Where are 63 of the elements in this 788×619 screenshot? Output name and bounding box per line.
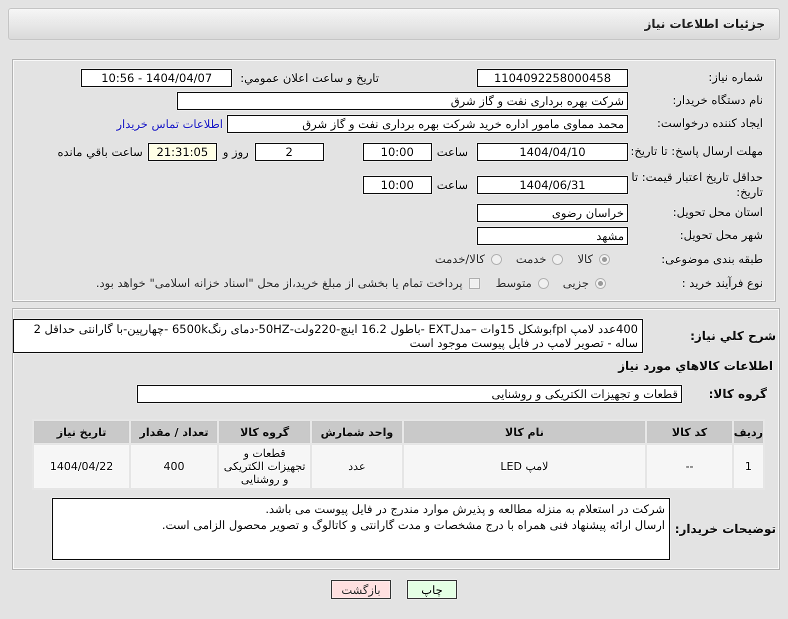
field-label: توضیحات خریدار: [674,522,776,536]
column-header: گروه کالا [218,420,312,444]
checkbox[interactable] [468,278,480,288]
field-label: شهر محل تحویل: [678,228,763,243]
field-label: ساعت [436,178,468,192]
column-header: نام کالا [402,420,646,444]
option-label: متوسط [496,276,532,290]
description-field: 400عدد لامپ fplبوشکل 15وات –مدلEXT -باطول 16.2 اینچ-220ولت-50HZ-دمای رنگ6500k -چهارپین-با گارانتی حداقل 2 ساله - تصویر لامپ در فایل پیوست موجود است [13,319,643,353]
option-label: کالا/خدمت [434,252,485,266]
radio-button[interactable] [552,254,564,264]
column-header: ردیف [732,420,764,444]
date-field: 1404/06/31 [477,176,628,194]
table-cell: قطعات و تجهیزات الکتریکی و روشنایی [218,444,312,489]
field-label: نوع فرآیند خرید : [680,276,763,290]
column-header: واحد شمارش [311,420,403,444]
field-label: استان محل تحویل: [672,205,763,220]
date-field: 1404/04/10 [477,142,628,160]
need-number-field: 1104092258000458 [477,68,628,86]
print-button[interactable]: چاپ [407,580,457,599]
payment-note: پرداخت تمام یا بخشی از مبلغ خرید،از محل "اسناد خزانه اسلامی" خواهد بود. [96,276,463,290]
table-cell: 400 [130,444,218,489]
radio-button[interactable] [599,254,610,264]
table-cell: لامپ LED [402,444,646,489]
field-label: حداقل تاریخ اعتبار قیمت: تا تاریخ: [630,170,763,200]
field-label: مهلت ارسال پاسخ: تا تاریخ: [629,144,763,159]
days-field: 2 [254,142,324,160]
buyer-org-field: شرکت بهره برداری نفت و گاز شرق [177,92,628,110]
option-label: کالا [577,252,593,266]
back-button[interactable]: بازگشت [331,580,391,599]
section-title: اطلاعات کالاهاي مورد نیاز [618,359,773,373]
table-cell: عدد [311,444,403,489]
field-label: ایجاد کننده درخواست: [656,116,763,131]
page-title: جزئیات اطلاعات نیاز [644,17,765,31]
province-field: خراسان رضوی [477,204,628,222]
field-label: گروه کالا: [708,386,767,402]
option-label: جزیی [562,276,589,290]
radio-button[interactable] [490,254,502,264]
radio-button[interactable] [538,278,549,288]
city-field: مشهد [477,226,628,244]
field-label: طبقه بندی موضوعی: [660,252,763,266]
column-header: تاریخ نیاز [33,420,130,444]
announce-date-field: 1404/04/07 - 10:56 [81,68,232,86]
field-label: روز و [222,144,249,158]
field-label: شرح کلي نیاز: [689,328,776,344]
field-label: شماره نیاز: [707,70,763,85]
time-field: 10:00 [362,176,432,194]
remaining-time-field: 21:31:05 [148,142,217,160]
table-cell: 1 [732,444,764,489]
time-field: 10:00 [362,142,432,160]
field-label: ساعت باقي مانده [58,144,143,158]
radio-button[interactable] [595,278,606,288]
field-label: ساعت [436,144,468,158]
buyer-contact-link[interactable]: اطلاعات تماس خریدار [116,116,223,130]
option-label: خدمت [516,252,546,266]
column-header: تعداد / مقدار [130,420,218,444]
table-cell: 1404/04/22 [33,444,130,489]
field-label: تاریخ و ساعت اعلان عمومي: [240,70,379,84]
field-label: نام دستگاه خریدار: [671,93,763,108]
requester-field: محمد مماوی مامور اداره خرید شرکت بهره برداری نفت و گاز شرق [227,114,628,132]
goods-group-field: قطعات و تجهیزات الکتریکی و روشنایی [137,385,682,403]
column-header: کد کالا [646,420,733,444]
buyer-notes-field: شرکت در استعلام به منزله مطالعه و پذیرش موارد مندرج در فایل پیوست می باشد. ارسال ارائه پیشنهاد فنی همراه با درج مشخصات و مدت گارانتی و کاتالوگ و تصویر محصول الزامی است. [52,498,670,560]
table-cell: -- [646,444,733,489]
